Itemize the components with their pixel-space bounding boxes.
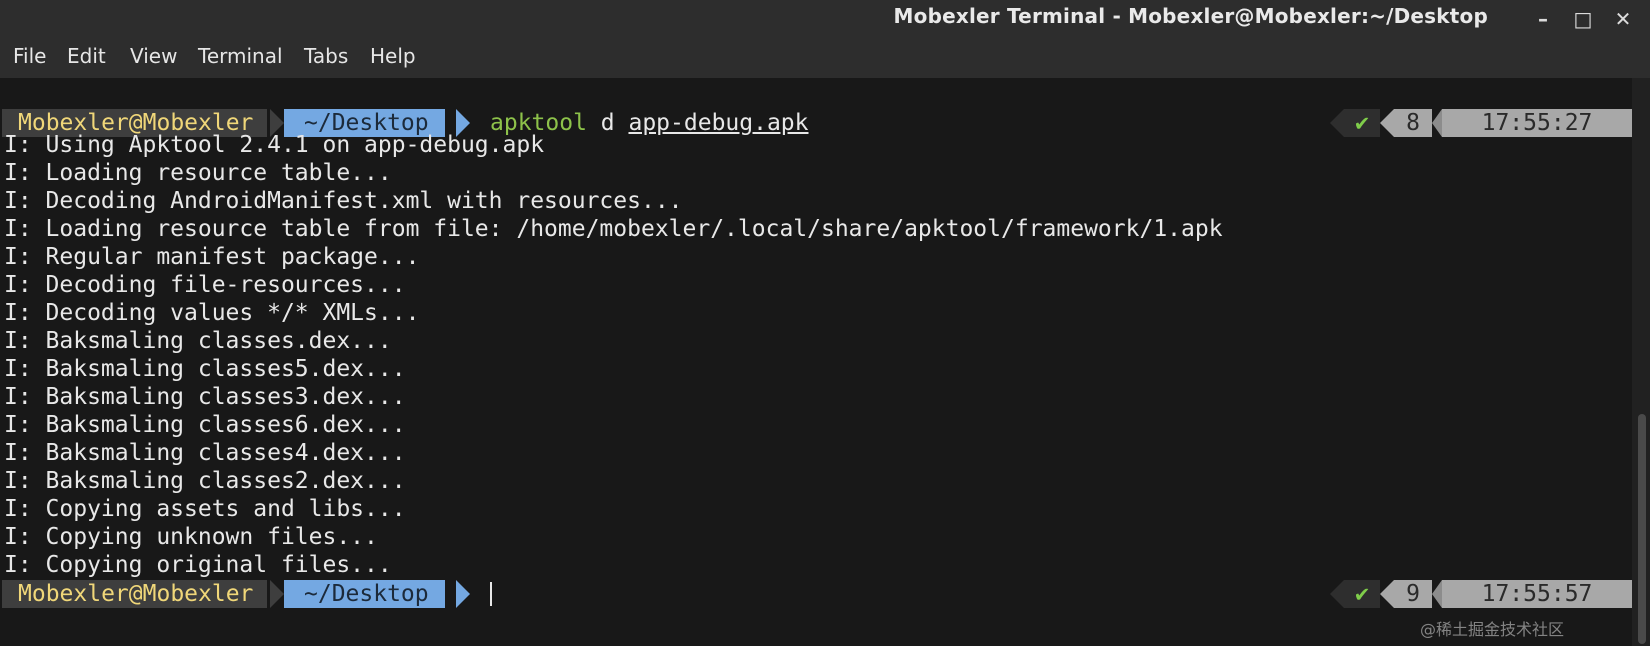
menu-view[interactable]: View xyxy=(130,44,177,68)
output-line: I: Baksmaling classes5.dex... xyxy=(4,356,406,382)
prompt-status-group: ✔ 8 17:55:27 xyxy=(1330,109,1632,137)
output-line: I: Copying assets and libs... xyxy=(4,496,406,522)
text-cursor[interactable] xyxy=(490,582,492,606)
history-number: 9 xyxy=(1394,580,1432,608)
output-line: I: Baksmaling classes6.dex... xyxy=(4,412,406,438)
terminal-window: Mobexler Terminal - Mobexler@Mobexler:~/… xyxy=(0,0,1650,646)
status-separator-icon xyxy=(1432,109,1442,137)
menu-tabs[interactable]: Tabs xyxy=(304,44,348,68)
output-line: I: Using Apktool 2.4.1 on app-debug.apk xyxy=(4,132,545,158)
output-line: I: Baksmaling classes2.dex... xyxy=(4,468,406,494)
prompt-separator-icon xyxy=(456,580,470,608)
output-line: I: Loading resource table... xyxy=(4,160,392,186)
prompt-time: 17:55:27 xyxy=(1442,109,1632,137)
output-line: I: Baksmaling classes3.dex... xyxy=(4,384,406,410)
prompt-status-group: ✔ 9 17:55:57 xyxy=(1330,580,1632,608)
prompt-time: 17:55:57 xyxy=(1442,580,1632,608)
scrollbar-thumb[interactable] xyxy=(1638,414,1646,644)
status-check-icon: ✔ xyxy=(1344,580,1380,608)
history-number: 8 xyxy=(1394,109,1432,137)
command-flag: d xyxy=(586,110,629,136)
output-line: I: Regular manifest package... xyxy=(4,244,420,270)
status-separator-icon xyxy=(1380,109,1394,137)
output-line: I: Decoding values */* XMLs... xyxy=(4,300,420,326)
menu-terminal[interactable]: Terminal xyxy=(198,44,283,68)
minimize-icon[interactable]: – xyxy=(1528,4,1558,34)
maximize-icon[interactable]: □ xyxy=(1568,4,1598,34)
title-bar[interactable]: Mobexler Terminal - Mobexler@Mobexler:~/… xyxy=(0,0,1650,36)
output-line: I: Baksmaling classes.dex... xyxy=(4,328,392,354)
output-line: I: Decoding AndroidManifest.xml with res… xyxy=(4,188,683,214)
watermark: @稀土掘金技术社区 xyxy=(1420,620,1565,639)
status-separator-icon xyxy=(1432,580,1442,608)
menu-file[interactable]: File xyxy=(13,44,46,68)
menu-help[interactable]: Help xyxy=(370,44,416,68)
status-separator-icon xyxy=(1380,580,1394,608)
output-line: I: Loading resource table from file: /ho… xyxy=(4,216,1223,242)
status-separator-icon xyxy=(1330,109,1344,137)
status-separator-icon xyxy=(1330,580,1344,608)
prompt-directory: ~/Desktop xyxy=(284,580,445,608)
output-line: I: Decoding file-resources... xyxy=(4,272,406,298)
window-title: Mobexler Terminal - Mobexler@Mobexler:~/… xyxy=(893,4,1488,28)
output-line: I: Copying unknown files... xyxy=(4,524,378,550)
vertical-scrollbar[interactable] xyxy=(1632,78,1650,646)
status-check-icon: ✔ xyxy=(1344,109,1380,137)
output-line: I: Baksmaling classes4.dex... xyxy=(4,440,406,466)
terminal-area[interactable]: Mobexler@Mobexler ~/Desktop apktool d ap… xyxy=(0,78,1632,646)
prompt-line-2: Mobexler@Mobexler ~/Desktop ✔ 9 17:55:57 xyxy=(0,580,1632,608)
command-argument: app-debug.apk xyxy=(628,110,809,136)
menu-bar: File Edit View Terminal Tabs Help xyxy=(0,36,1650,76)
close-icon[interactable]: ✕ xyxy=(1608,4,1638,34)
prompt-user-host: Mobexler@Mobexler xyxy=(2,580,268,608)
prompt-separator-icon xyxy=(270,580,284,608)
output-line: I: Copying original files... xyxy=(4,552,392,578)
menu-edit[interactable]: Edit xyxy=(67,44,106,68)
